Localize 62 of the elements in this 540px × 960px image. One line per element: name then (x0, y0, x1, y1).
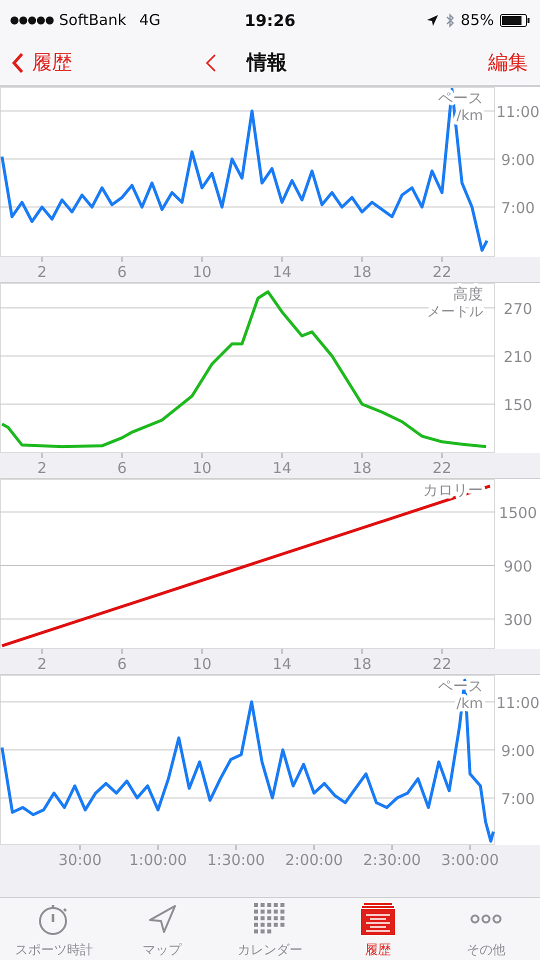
more-icon (470, 914, 502, 924)
axis-label: 1500 (498, 504, 538, 522)
axis-title: 高度 (453, 285, 483, 303)
location-icon (426, 14, 439, 26)
battery-icon (500, 14, 530, 26)
axis-label: 2 (37, 263, 47, 281)
axis-label: 1:30:00 (207, 851, 265, 869)
screen-title: 情報 (247, 49, 287, 76)
axis-label: 22 (432, 655, 452, 673)
tab-item[interactable]: 履歴 (324, 898, 432, 960)
edit-button[interactable]: 編集 (488, 49, 528, 76)
axis-label: 22 (432, 263, 452, 281)
axis-label: 7:00 (501, 199, 535, 218)
axis-label: 11:00 (496, 694, 540, 712)
axis-label: 6 (117, 459, 127, 477)
axis-label: 1:00:00 (129, 851, 187, 869)
axis-label: 6 (117, 263, 127, 281)
carrier: SoftBank (59, 11, 126, 29)
pointer-icon (146, 903, 178, 935)
signal-icon (10, 16, 54, 24)
axis-label: 210 (504, 348, 532, 366)
bluetooth-icon (444, 12, 455, 28)
axis-label: 14 (272, 459, 292, 477)
back-button[interactable]: 履歴 (12, 49, 72, 76)
axis-label: 18 (352, 459, 372, 477)
axis-label: 10 (192, 459, 212, 477)
axis-label: 18 (352, 655, 372, 673)
axis-label: 9:00 (501, 742, 535, 760)
axis-label: 6 (117, 655, 127, 673)
list-icon (361, 903, 395, 935)
axis-label: 300 (504, 611, 532, 630)
axis-label: 7:00 (501, 790, 535, 808)
axis-label: 2:00:00 (285, 851, 343, 869)
tab-item[interactable]: カレンダー (216, 898, 324, 960)
battery-percentage: 85% (460, 11, 494, 29)
axis-label: 22 (432, 459, 452, 477)
axis-label: 9:00 (501, 151, 535, 170)
grid-icon (254, 903, 286, 935)
tab-item[interactable]: マップ (108, 898, 216, 960)
axis-label: 3:00:00 (441, 851, 499, 869)
axis-label: 18 (352, 263, 372, 281)
axis-label: 10 (192, 655, 212, 673)
axis-label: 14 (272, 655, 292, 673)
chevron-icon (12, 52, 24, 74)
axis-label: 11:00 (496, 103, 540, 121)
axis-label: 10 (192, 263, 212, 281)
tab-item[interactable]: その他 (432, 898, 540, 960)
axis-label: 30:00 (58, 851, 102, 869)
axis-label: 900 (504, 558, 532, 576)
axis-unit: /km (456, 108, 483, 124)
axis-title: カロリー (423, 481, 483, 499)
axis-label: 2 (37, 459, 47, 477)
axis-unit: メートル (427, 304, 483, 320)
axis-label: 2 (37, 655, 47, 673)
axis-label: 14 (272, 263, 292, 281)
clock-time: 19:26 (244, 10, 296, 30)
axis-label: 270 (504, 300, 532, 318)
network-type: 4G (139, 11, 160, 29)
axis-label: 150 (504, 396, 532, 414)
previous-icon[interactable] (205, 52, 217, 72)
axis-label: 2:30:00 (363, 851, 421, 869)
tab-item[interactable]: スポーツ時計 (0, 898, 108, 960)
